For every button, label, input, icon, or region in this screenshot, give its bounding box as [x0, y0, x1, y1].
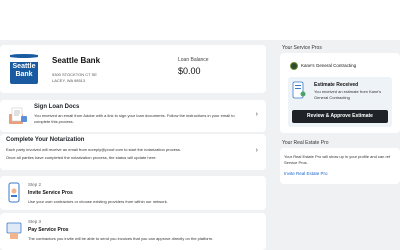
service-pros-card: Kane's General Contracting Estimate Rece… [280, 53, 400, 133]
chevron-right-icon[interactable]: › [256, 111, 258, 118]
loan-balance-value: $0.00 [178, 66, 201, 76]
step-pay-service-pros[interactable]: Step 3 Pay Service Pros The contractors … [0, 213, 266, 250]
notarization-title: Complete Your Notarization [6, 137, 85, 143]
bank-address-line2: LACEY, WA 98513 [52, 78, 86, 83]
step-description: The contractors you invite will be able … [28, 236, 214, 241]
bank-name: Seattle Bank [52, 56, 101, 65]
step-number: Step 2 [28, 182, 42, 187]
step-number: Step 3 [28, 219, 42, 224]
loan-balance-label: Loan Balance [178, 57, 209, 63]
invite-real-estate-pro-link[interactable]: Invite Real Estate Pro [284, 171, 328, 176]
step-description: Use your own contractors or choose exist… [28, 199, 168, 204]
real-estate-card: Your Real Estate Pro will show up in you… [280, 148, 400, 184]
payment-icon [6, 222, 22, 239]
bank-logo-text: Seattle Bank [12, 63, 36, 78]
sign-loan-docs-body: You received an email from Adobe with a … [34, 113, 235, 124]
step-invite-service-pros[interactable]: Step 2 Invite Service Pros Use your own … [0, 176, 266, 210]
estimate-title: Estimate Received [314, 82, 359, 88]
document-icon [9, 107, 27, 124]
bank-card: Seattle Bank Seattle Bank 5300 STOCKTON C… [0, 45, 266, 93]
estimate-received-panel: Estimate Received You received an estima… [288, 77, 392, 127]
seattle-bank-logo: Seattle Bank [10, 50, 38, 84]
step-title: Pay Service Pros [28, 227, 69, 233]
review-approve-estimate-button[interactable]: Review & Approve Estimate [292, 110, 388, 123]
notarization-card[interactable]: Complete Your Notarization Each party in… [0, 134, 266, 170]
step-title: Invite Service Pros [28, 190, 73, 196]
avatar [290, 62, 298, 70]
chevron-right-icon[interactable]: › [256, 147, 258, 154]
sign-loan-docs-title: Sign Loan Docs [34, 104, 80, 110]
sign-loan-docs-card[interactable]: Sign Loan Docs You received an email fro… [0, 100, 266, 132]
bank-address-line1: 5300 STOCKTON CT SE [52, 72, 97, 77]
estimate-body: You received an estimate from Kane's Gen… [314, 89, 382, 100]
estimate-phone-icon [292, 81, 306, 99]
phone-icon [8, 182, 20, 203]
real-estate-section-title: Your Real Estate Pro [282, 140, 329, 146]
notarization-body-2: Once all parties have completed the nota… [6, 155, 157, 160]
real-estate-body: Your Real Estate Pro will show up in you… [284, 154, 391, 165]
notarization-body-1: Each party involved will receive an emai… [6, 147, 182, 152]
service-pros-section-title: Your Service Pros [282, 45, 322, 51]
top-bar [0, 0, 400, 40]
contractor-name[interactable]: Kane's General Contracting [301, 63, 356, 68]
